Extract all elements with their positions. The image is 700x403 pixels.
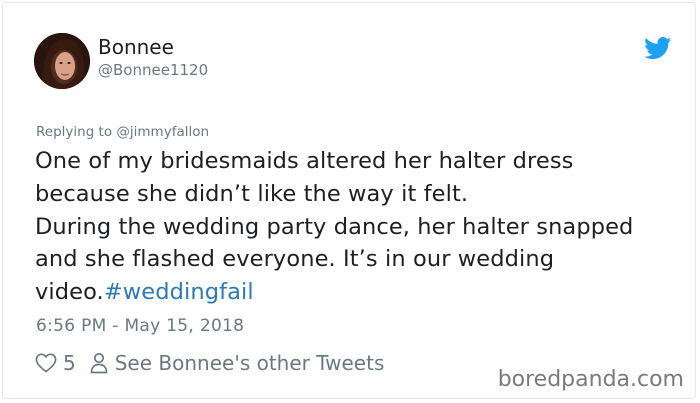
tweet-text: One of my bridesmaids altered her halter… — [35, 145, 685, 309]
person-icon — [90, 352, 108, 374]
replying-mention-link[interactable]: @jimmyfallon — [116, 124, 209, 140]
twitter-bird-icon[interactable] — [644, 37, 672, 60]
see-other-tweets-link[interactable]: See Bonnee's other Tweets — [115, 351, 385, 375]
tweet-actions: 5 See Bonnee's other Tweets — [35, 350, 384, 376]
display-name[interactable]: Bonnee — [98, 35, 174, 59]
tweet-line-text: video. — [35, 279, 104, 306]
profile-photo — [34, 33, 90, 89]
tweet-line: and she flashed everyone. It’s in our we… — [35, 246, 555, 273]
like-count: 5 — [63, 351, 76, 375]
replying-to: Replying to @jimmyfallon — [36, 124, 209, 140]
avatar[interactable] — [34, 33, 90, 89]
tweet-line: During the wedding party dance, her halt… — [35, 213, 634, 240]
tweet-line: One of my bridesmaids altered her halter… — [35, 148, 574, 174]
watermark: boredpanda.com — [497, 367, 684, 392]
tweet-line: because she didn’t like the way it felt. — [35, 180, 469, 207]
tweet-card: Bonnee @Bonnee1120 Replying to @jimmyfal… — [2, 2, 696, 399]
user-handle[interactable]: @Bonnee1120 — [98, 61, 208, 79]
replying-prefix: Replying to — [36, 124, 113, 140]
heart-icon[interactable] — [35, 353, 57, 373]
hashtag-link[interactable]: #weddingfail — [104, 279, 254, 305]
tweet-timestamp[interactable]: 6:56 PM - May 15, 2018 — [36, 316, 244, 336]
tweet-line-last: video.#weddingfail — [35, 276, 685, 309]
